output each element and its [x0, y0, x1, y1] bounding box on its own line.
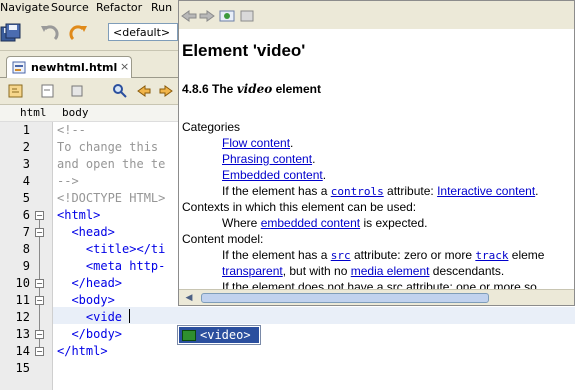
line-number: 6 — [22, 208, 30, 222]
line-number: 12 — [15, 310, 30, 324]
code-line: <meta http- — [57, 259, 166, 273]
redo-icon[interactable] — [68, 22, 90, 44]
line-number: 7 — [22, 225, 30, 239]
tab-label: newhtml.html — [31, 61, 118, 74]
fold-end-icon[interactable]: − — [35, 347, 44, 356]
breadcrumb-html[interactable]: html — [20, 106, 47, 119]
code-line: </html> — [57, 344, 108, 358]
fold-end-icon[interactable]: − — [35, 279, 44, 288]
code-line: <vide — [57, 310, 123, 324]
contexts-label: Contexts in which this element can be us… — [182, 200, 417, 214]
categories-label: Categories — [182, 120, 241, 134]
controls-attr-link[interactable]: controls — [331, 185, 384, 198]
code-line: <html> — [57, 208, 101, 222]
find-previous-icon[interactable] — [136, 83, 152, 99]
code-line: <!DOCTYPE HTML> — [57, 191, 166, 205]
menu-run[interactable]: Run — [151, 1, 172, 14]
doc-line: transparent, but with no media element d… — [222, 264, 505, 278]
back-icon[interactable] — [181, 10, 197, 22]
doc-line: Flow content. — [222, 136, 294, 150]
line-number: 4 — [22, 174, 30, 188]
html-file-icon — [12, 61, 26, 74]
line-number: 15 — [15, 361, 30, 375]
line-number: 10 — [15, 276, 30, 290]
insert-code-icon[interactable] — [70, 83, 86, 99]
find-next-icon[interactable] — [158, 83, 174, 99]
line-number: 11 — [15, 293, 30, 307]
code-line: <title></ti — [57, 242, 166, 256]
flow-content-link[interactable]: Flow content — [222, 136, 290, 150]
code-line: <!-- — [57, 123, 86, 137]
completion-item-selected[interactable]: <video> — [179, 327, 259, 343]
doc-line: If the element has a controls attribute:… — [222, 184, 539, 198]
doc-line: Phrasing content. — [222, 152, 316, 166]
media-element-link[interactable]: media element — [351, 264, 430, 278]
goto-source-icon[interactable] — [239, 10, 255, 22]
scroll-left-icon[interactable]: ◀ — [183, 292, 195, 304]
code-line: --> — [57, 174, 79, 188]
line-number: 5 — [22, 191, 30, 205]
find-icon[interactable] — [112, 83, 128, 99]
embedded-content-link[interactable]: Embedded content — [222, 168, 323, 182]
code-line: </head> — [57, 276, 123, 290]
code-line: </body> — [57, 327, 123, 341]
forward-icon[interactable] — [199, 10, 215, 22]
history-icon[interactable] — [40, 83, 56, 99]
line-number-gutter: 1 2 3 4 5 6 7 8 9 10 11 12 13 14 15 − − … — [0, 122, 53, 390]
open-in-browser-icon[interactable] — [219, 10, 235, 22]
doc-title: Element 'video' — [182, 41, 306, 60]
line-number: 13 — [15, 327, 30, 341]
line-number: 1 — [22, 123, 30, 137]
interactive-content-link[interactable]: Interactive content — [437, 184, 535, 198]
documentation-popup: Element 'video' 4.8.6 The video element … — [178, 0, 575, 306]
embedded-content-link[interactable]: embedded content — [261, 216, 360, 230]
doc-section-heading: 4.8.6 The video element — [182, 82, 321, 96]
current-line-highlight — [53, 307, 575, 324]
code-line: <head> — [57, 225, 115, 239]
doc-line: If the element has a src attribute: zero… — [222, 248, 545, 262]
fold-end-icon[interactable]: − — [35, 330, 44, 339]
line-number: 3 — [22, 157, 30, 171]
menu-refactor[interactable]: Refactor — [96, 1, 142, 14]
phrasing-content-link[interactable]: Phrasing content — [222, 152, 312, 166]
html-element-icon — [182, 330, 196, 341]
tab-newhtml[interactable]: newhtml.html × — [6, 56, 132, 78]
fold-collapse-icon[interactable]: − — [35, 211, 44, 220]
menu-source[interactable]: Source — [51, 1, 89, 14]
close-icon[interactable]: × — [120, 60, 129, 73]
content-model-label: Content model: — [182, 232, 264, 246]
source-view-icon[interactable] — [8, 83, 24, 99]
fold-collapse-icon[interactable]: − — [35, 296, 44, 305]
src-attr-link[interactable]: src — [331, 249, 351, 262]
save-all-icon[interactable] — [0, 22, 22, 44]
track-element-link[interactable]: track — [475, 249, 508, 262]
transparent-link[interactable]: transparent — [222, 264, 283, 278]
breadcrumb-body[interactable]: body — [62, 106, 89, 119]
code-line: and open the te — [57, 157, 166, 171]
line-number: 2 — [22, 140, 30, 154]
horizontal-scrollbar[interactable]: ◀ — [179, 289, 574, 305]
doc-line: Embedded content. — [222, 168, 327, 182]
code-line: To change this — [57, 140, 159, 154]
line-number: 9 — [22, 259, 30, 273]
code-completion-popup[interactable]: <video> — [177, 325, 261, 345]
scrollbar-thumb[interactable] — [201, 293, 489, 303]
undo-icon[interactable] — [38, 22, 60, 44]
completion-item-label: <video> — [200, 328, 251, 342]
text-caret — [129, 309, 130, 323]
code-line: <body> — [57, 293, 115, 307]
line-number: 8 — [22, 242, 30, 256]
configuration-combo[interactable]: <default> — [108, 23, 178, 41]
menu-navigate[interactable]: Navigate — [0, 1, 49, 14]
doc-toolbar — [179, 1, 574, 29]
line-number: 14 — [15, 344, 30, 358]
doc-line: Where embedded content is expected. — [222, 216, 428, 230]
fold-collapse-icon[interactable]: − — [35, 228, 44, 237]
